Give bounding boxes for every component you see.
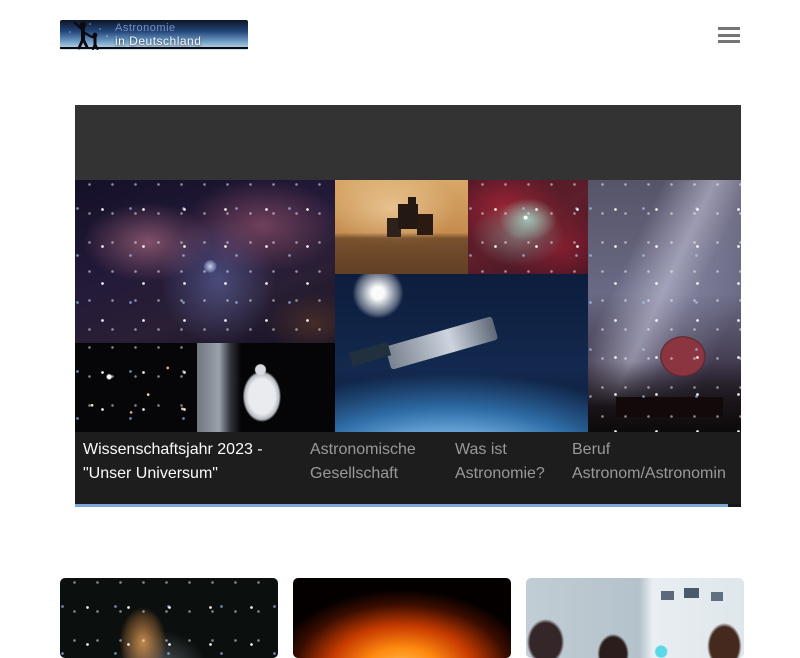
mars-rover-image[interactable] — [335, 180, 468, 274]
jwst-deep-field-image[interactable] — [75, 343, 197, 432]
slider-tab-beruf-astronom[interactable]: Beruf Astronom/Astronomin — [564, 432, 741, 504]
slider-tab-was-ist-astronomie[interactable]: Was ist Astronomie? — [447, 432, 564, 504]
milky-way-observatory-image[interactable] — [588, 180, 741, 432]
slider-tab-bar: Wissenschaftsjahr 2023 - "Unser Universu… — [75, 432, 741, 504]
site-logo[interactable]: Astronomie in Deutschland — [60, 20, 248, 50]
hubble-telescope-earth-image[interactable] — [335, 274, 588, 432]
hero-top-band — [75, 105, 741, 180]
logo-ground-line — [60, 47, 248, 49]
teaser-card-protoplanetary-disk-image[interactable] — [293, 578, 511, 658]
logo-text: Astronomie in Deutschland — [115, 22, 201, 48]
stargazers-silhouette-icon — [62, 20, 118, 50]
red-nebula-image[interactable] — [468, 180, 588, 274]
slider-progress-track — [75, 504, 741, 507]
hamburger-menu-icon[interactable] — [718, 27, 740, 43]
carina-nebula-image[interactable] — [75, 180, 335, 343]
hamburger-bar — [718, 34, 740, 37]
hero-slide-image-collage[interactable] — [75, 180, 741, 432]
teaser-card-nebula-image[interactable] — [60, 578, 278, 658]
hamburger-bar — [718, 27, 740, 30]
hero-slider: Wissenschaftsjahr 2023 - "Unser Universu… — [75, 105, 741, 507]
astronaut-spacewalk-image[interactable] — [197, 343, 335, 432]
teaser-card-row — [60, 578, 744, 658]
slider-tab-astronomische-gesellschaft[interactable]: Astronomische Gesellschaft — [302, 432, 447, 504]
hamburger-bar — [718, 40, 740, 43]
slider-tab-wissenschaftsjahr[interactable]: Wissenschaftsjahr 2023 - "Unser Universu… — [75, 432, 302, 504]
slider-progress-bar — [75, 504, 728, 507]
teaser-card-students-photo[interactable] — [526, 578, 744, 658]
site-header: Astronomie in Deutschland — [0, 0, 800, 105]
